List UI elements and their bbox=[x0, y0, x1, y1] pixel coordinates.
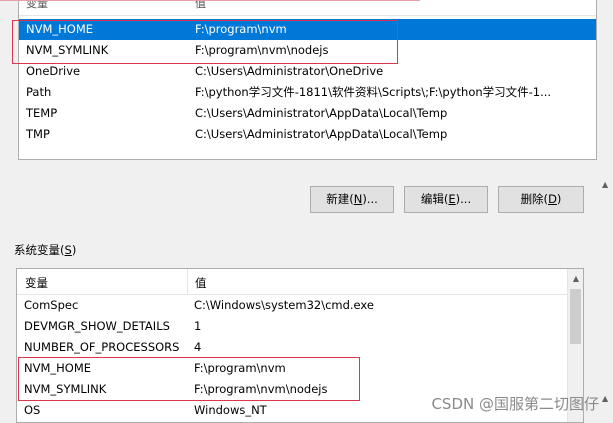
user-var-name: OneDrive bbox=[26, 64, 81, 78]
sys-var-value: Windows_NT bbox=[194, 403, 267, 417]
user-var-row-tmp[interactable]: TMP C:\Users\Administrator\AppData\Local… bbox=[19, 124, 596, 145]
user-var-name: TMP bbox=[26, 127, 50, 141]
user-var-row-onedrive[interactable]: OneDrive C:\Users\Administrator\OneDrive bbox=[19, 61, 596, 82]
user-header-value: 值 bbox=[195, 0, 206, 10]
user-var-row-temp[interactable]: TEMP C:\Users\Administrator\AppData\Loca… bbox=[19, 103, 596, 124]
sys-var-value: C:\Windows\system32\cmd.exe bbox=[194, 298, 374, 312]
user-var-value: F:\python学习文件-1811\软件资料\Scripts\;F:\pyth… bbox=[195, 85, 552, 99]
system-variables-label: 系统变量(S) bbox=[14, 243, 77, 257]
delete-user-var-button[interactable]: 删除(D) bbox=[498, 186, 584, 213]
sys-var-row-devmgr[interactable]: DEVMGR_SHOW_DETAILS 1 bbox=[17, 316, 569, 337]
sys-var-name: OS bbox=[24, 403, 41, 417]
highlight-box-top-edge bbox=[0, 0, 420, 1]
chevron-up-icon[interactable]: ▲ bbox=[602, 394, 608, 403]
sys-var-value: 4 bbox=[194, 340, 202, 354]
edit-user-var-button[interactable]: 编辑(E)... bbox=[404, 186, 488, 213]
highlight-box-user-nvm bbox=[12, 20, 398, 64]
dialog-scrollbar[interactable]: ▲ ▲ bbox=[599, 0, 613, 420]
sys-header-value[interactable]: 值 bbox=[195, 275, 207, 291]
user-var-value: C:\Users\Administrator\AppData\Local\Tem… bbox=[195, 106, 448, 120]
watermark: CSDN @国服第二切图仔 bbox=[431, 395, 599, 413]
user-variables-header: 变量 值 bbox=[19, 0, 596, 16]
system-variables-header: 变量 值 bbox=[17, 269, 569, 295]
sys-var-row-processors[interactable]: NUMBER_OF_PROCESSORS 4 bbox=[17, 337, 569, 358]
user-var-name: Path bbox=[26, 85, 52, 99]
user-var-value: C:\Users\Administrator\OneDrive bbox=[195, 64, 384, 78]
user-var-name: TEMP bbox=[26, 106, 58, 120]
sys-var-name: DEVMGR_SHOW_DETAILS bbox=[24, 319, 170, 333]
chevron-up-icon[interactable]: ▲ bbox=[602, 180, 608, 189]
sys-var-name: ComSpec bbox=[24, 298, 79, 312]
sys-header-name[interactable]: 变量 bbox=[25, 275, 48, 291]
sys-var-name: NUMBER_OF_PROCESSORS bbox=[24, 340, 180, 354]
user-var-row-path[interactable]: Path F:\python学习文件-1811\软件资料\Scripts\;F:… bbox=[19, 82, 596, 103]
header-column-divider[interactable] bbox=[187, 269, 188, 295]
new-user-var-button[interactable]: 新建(N)... bbox=[310, 186, 394, 213]
sys-var-row-comspec[interactable]: ComSpec C:\Windows\system32\cmd.exe bbox=[17, 295, 569, 316]
highlight-box-system-nvm bbox=[18, 357, 360, 401]
scrollbar-thumb[interactable] bbox=[570, 289, 581, 344]
user-header-name: 变量 bbox=[26, 0, 48, 10]
scroll-up-arrow-icon[interactable]: ▲ bbox=[570, 273, 582, 285]
sys-var-value: 1 bbox=[194, 319, 202, 333]
user-var-value: C:\Users\Administrator\AppData\Local\Tem… bbox=[195, 127, 448, 141]
